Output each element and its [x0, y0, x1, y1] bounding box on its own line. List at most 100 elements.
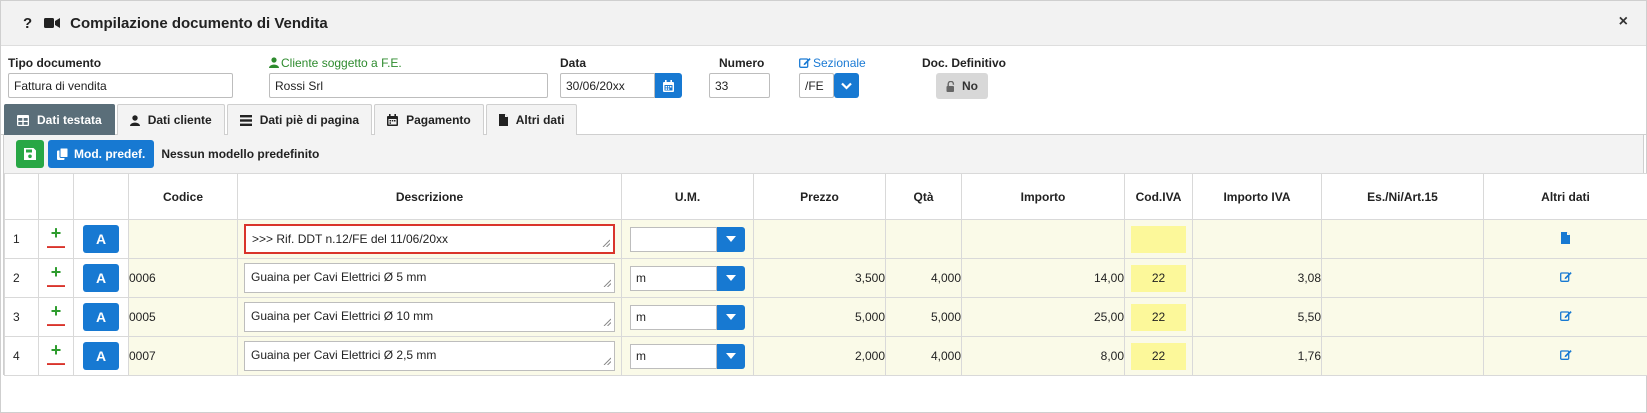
no-model-text: Nessun modello predefinito [161, 147, 320, 161]
cod-iva-input[interactable]: 22 [1131, 264, 1186, 292]
cod-iva-input[interactable] [1131, 225, 1186, 253]
tab-dati-testata[interactable]: Dati testata [4, 104, 115, 135]
row-number: 2 [4, 258, 39, 298]
prezzo-cell[interactable]: 2,000 [753, 336, 886, 376]
cliente-label[interactable]: Cliente soggetto a F.E. [269, 56, 548, 71]
tab-dati-cliente[interactable]: Dati cliente [116, 104, 225, 135]
header-actions [38, 173, 74, 220]
tipo-documento-input[interactable] [8, 73, 233, 98]
codice-cell[interactable]: 0007 [128, 336, 238, 376]
row-add-remove: + — [38, 219, 74, 259]
es-cell[interactable] [1321, 219, 1484, 259]
edit-icon[interactable] [1559, 349, 1572, 363]
um-dropdown-button[interactable] [717, 265, 745, 291]
toolbar: Mod. predef. Nessun modello predefinito [4, 135, 1643, 173]
minus-icon[interactable]: — [39, 354, 73, 372]
um-dropdown-button[interactable] [717, 343, 745, 369]
header-importo: Importo [961, 173, 1125, 220]
qta-cell[interactable] [885, 219, 962, 259]
codice-cell[interactable] [128, 219, 238, 259]
edit-icon[interactable] [1559, 271, 1572, 285]
um-select[interactable] [630, 226, 745, 252]
definitivo-toggle[interactable]: No [936, 73, 988, 99]
es-cell[interactable] [1321, 297, 1484, 337]
descrizione-textarea[interactable]: Guaina per Cavi Elettrici Ø 5 mm [244, 263, 615, 293]
importo-cell[interactable]: 25,00 [961, 297, 1125, 337]
descrizione-textarea[interactable]: >>> Rif. DDT n.12/FE del 11/06/20xx [244, 224, 615, 254]
numero-field: Numero [709, 56, 770, 98]
resize-grip-icon[interactable] [603, 315, 612, 329]
article-button[interactable]: A [83, 303, 119, 331]
header-fields: Tipo documento Cliente soggetto a F.E. D… [1, 46, 1646, 101]
row-add-remove: + — [38, 336, 74, 376]
qta-cell[interactable]: 5,000 [885, 297, 962, 337]
um-select[interactable]: m [630, 343, 745, 369]
um-select[interactable]: m [630, 304, 745, 330]
descrizione-textarea[interactable]: Guaina per Cavi Elettrici Ø 10 mm [244, 302, 615, 332]
data-input[interactable] [560, 73, 655, 98]
caret-down-icon [726, 275, 736, 281]
um-value: m [630, 265, 717, 291]
caret-down-icon [726, 236, 736, 242]
user-icon [269, 57, 279, 68]
mod-predef-button[interactable]: Mod. predef. [48, 140, 155, 168]
caret-down-icon [726, 353, 736, 359]
tab-label: Dati testata [37, 113, 102, 127]
row-number: 1 [4, 219, 39, 259]
calendar-button[interactable] [655, 73, 682, 98]
um-dropdown-button[interactable] [717, 304, 745, 330]
tab-altri-dati[interactable]: Altri dati [485, 104, 578, 135]
close-icon[interactable]: × [1619, 13, 1628, 31]
minus-icon[interactable]: — [39, 276, 73, 294]
cliente-label-text: Cliente soggetto a F.E. [281, 56, 402, 70]
unlock-icon [946, 80, 956, 92]
es-cell[interactable] [1321, 258, 1484, 298]
prezzo-cell[interactable]: 3,500 [753, 258, 886, 298]
minus-icon[interactable]: — [39, 237, 73, 255]
resize-grip-icon[interactable] [602, 236, 611, 250]
article-button[interactable]: A [83, 264, 119, 292]
tab-label: Dati cliente [147, 113, 212, 127]
edit-icon[interactable] [1559, 310, 1572, 324]
cod-iva-input[interactable]: 22 [1131, 303, 1186, 331]
article-button[interactable]: A [83, 225, 119, 253]
resize-grip-icon[interactable] [603, 276, 612, 290]
row-number: 4 [4, 336, 39, 376]
definitivo-field: Doc. Definitivo No [922, 56, 1006, 99]
save-button[interactable] [16, 140, 44, 168]
cliente-input[interactable] [269, 73, 548, 98]
importo-iva-cell: 5,50 [1192, 297, 1322, 337]
tab-pagamento[interactable]: Pagamento [374, 104, 484, 135]
help-icon[interactable]: ? [23, 15, 32, 32]
um-select[interactable]: m [630, 265, 745, 291]
codice-cell[interactable]: 0005 [128, 297, 238, 337]
video-camera-icon[interactable] [44, 17, 61, 29]
cod-iva-input[interactable]: 22 [1131, 342, 1186, 370]
qta-cell[interactable]: 4,000 [885, 258, 962, 298]
table-header-row: Codice Descrizione U.M. Prezzo Qtà Impor… [4, 173, 1647, 220]
sezionale-label[interactable]: Sezionale [799, 56, 866, 71]
sezionale-dropdown-button[interactable] [834, 73, 859, 98]
sezionale-input[interactable] [799, 73, 834, 98]
descrizione-text: Guaina per Cavi Elettrici Ø 2,5 mm [251, 348, 437, 362]
es-cell[interactable] [1321, 336, 1484, 376]
importo-cell[interactable]: 8,00 [961, 336, 1125, 376]
um-dropdown-button[interactable] [717, 226, 745, 252]
resize-grip-icon[interactable] [603, 354, 612, 368]
minus-icon[interactable]: — [39, 315, 73, 333]
numero-input[interactable] [709, 73, 770, 98]
prezzo-cell[interactable] [753, 219, 886, 259]
um-value [630, 226, 717, 252]
article-button[interactable]: A [83, 342, 119, 370]
definitivo-label: Doc. Definitivo [922, 56, 1007, 70]
importo-cell[interactable] [961, 219, 1125, 259]
importo-cell[interactable]: 14,00 [961, 258, 1125, 298]
file-icon[interactable] [1561, 231, 1570, 247]
tab-dati-pie-di-pagina[interactable]: Dati piè di pagina [226, 104, 373, 135]
qta-cell[interactable]: 4,000 [885, 336, 962, 376]
file-icon [498, 114, 508, 126]
descrizione-textarea[interactable]: Guaina per Cavi Elettrici Ø 2,5 mm [244, 341, 615, 371]
codice-cell[interactable]: 0006 [128, 258, 238, 298]
document-lines-table: Codice Descrizione U.M. Prezzo Qtà Impor… [4, 173, 1647, 376]
prezzo-cell[interactable]: 5,000 [753, 297, 886, 337]
